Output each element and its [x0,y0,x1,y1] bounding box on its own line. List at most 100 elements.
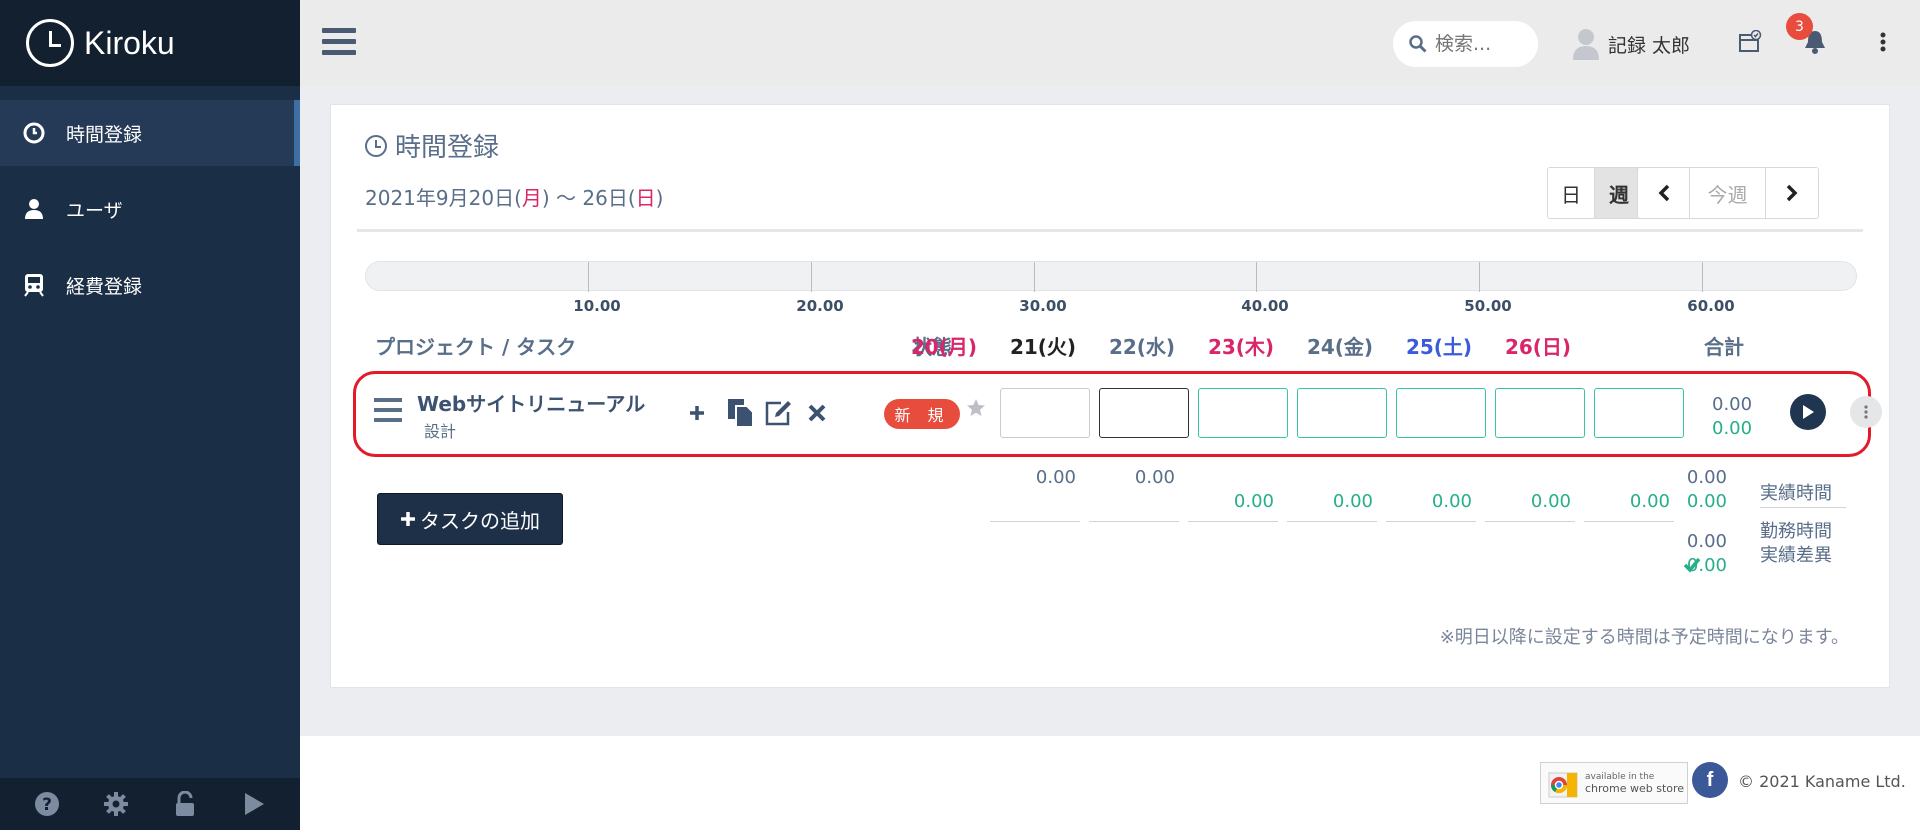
sidebar-item-label: 時間登録 [66,123,143,146]
user-icon [22,197,46,221]
chrome-web-store-badge[interactable]: available in the chrome web store [1540,762,1688,804]
cws-small-text: available in the [1585,772,1655,782]
label-work-time: 勤務時間 [1760,521,1832,542]
divider [1287,521,1377,522]
day-work: 0.00 [1431,491,1472,512]
gauge-label: 20.00 [796,297,844,315]
play-icon[interactable] [240,790,268,818]
col-day-header: 21(火) [1009,335,1077,359]
time-input-sat[interactable] [1495,388,1585,438]
total-work: 0.00 [1686,491,1727,512]
sidebar: Kiroku 時間登録 ユーザ 経費登録 ? [0,0,300,830]
chevron-right-icon [1786,184,1798,202]
divider [1386,521,1476,522]
calendar-check-icon[interactable] [1738,29,1762,58]
facebook-icon[interactable]: f [1692,762,1728,798]
gauge-tick [1702,262,1703,292]
clock-icon [22,121,46,145]
clock-logo-icon [26,19,74,67]
time-input-tue[interactable] [1099,388,1189,438]
col-project-header: プロジェクト / タスク [375,335,577,359]
view-toggle: 日 週 [1547,167,1644,219]
divider [990,521,1080,522]
sidebar-item-user[interactable]: ユーザ [0,176,300,242]
day-work: 0.00 [1233,491,1274,512]
divider [1485,521,1575,522]
sidebar-item-time[interactable]: 時間登録 [0,100,300,166]
add-subtask-icon[interactable] [682,396,712,430]
unlock-icon[interactable] [171,790,199,818]
footer: available in the chrome web store f © 202… [300,736,1920,830]
gauge-tick [1479,262,1480,292]
date-sun: 日 [635,186,656,210]
time-input-thu[interactable] [1297,388,1387,438]
gauge-label: 40.00 [1241,297,1289,315]
chevron-left-icon [1658,184,1669,202]
gauge-tick [1256,262,1257,292]
topbar: 記録 太郎 3 [300,0,1920,86]
view-day-button[interactable]: 日 [1548,168,1595,218]
page-title: 時間登録 [365,127,499,164]
svg-text:?: ? [42,795,52,815]
label-actual-time: 実績時間 [1760,483,1832,504]
copy-icon[interactable] [726,396,756,430]
brand[interactable]: Kiroku [0,0,300,86]
divider [1760,507,1846,508]
view-week-button[interactable]: 週 [1595,168,1643,218]
star-icon[interactable] [966,398,986,422]
notification-badge: 3 [1786,13,1813,40]
divider [1089,521,1179,522]
help-icon[interactable]: ? [33,790,61,818]
more-vertical-icon [1864,405,1868,419]
play-icon [1803,405,1814,419]
sidebar-item-label: 経費登録 [66,275,143,298]
clock-icon [365,134,387,157]
col-day-header: 24(金) [1306,335,1374,359]
this-week-button[interactable]: 今週 [1690,168,1766,218]
date-mon: 月 [521,186,542,210]
delete-icon[interactable] [802,396,832,430]
next-week-button[interactable] [1766,168,1818,218]
row-more-button[interactable] [1850,396,1882,428]
sidebar-item-expense[interactable]: 経費登録 [0,252,300,318]
add-task-button[interactable]: タスクの追加 [377,493,563,545]
time-input-sun[interactable] [1594,388,1684,438]
sidebar-item-label: ユーザ [66,199,123,222]
check-icon [1683,557,1701,577]
edit-icon[interactable] [764,396,794,430]
user-name: 記録 太郎 [1608,34,1691,57]
date-suffix: ) [655,186,664,210]
date-prefix: 2021年9月20日( [365,186,522,210]
user-menu[interactable]: 記録 太郎 [1572,28,1690,60]
time-input-wed[interactable] [1198,388,1288,438]
time-input-fri[interactable] [1396,388,1486,438]
gauge-label: 10.00 [573,297,621,315]
search-icon [1409,35,1427,53]
col-day-header: 26(日) [1504,335,1572,359]
cws-big-text: chrome web store [1585,782,1685,795]
chrome-store-icon [1548,772,1578,798]
time-input-mon[interactable] [1000,388,1090,438]
drag-handle-icon[interactable] [374,398,402,428]
app-name: Kiroku [84,24,175,61]
day-work: 0.00 [1332,491,1373,512]
search-box[interactable] [1393,21,1538,67]
sidebar-footer: ? [0,778,300,830]
week-nav: 今週 [1637,167,1819,219]
gauge-tick [811,262,812,292]
add-task-label: タスクの追加 [420,508,540,533]
train-icon [22,273,46,297]
search-input[interactable] [1435,33,1535,55]
menu-toggle-icon[interactable] [322,28,356,56]
col-total-header: 合計 [1704,335,1744,359]
gauge-label: 30.00 [1019,297,1067,315]
gear-icon[interactable] [102,790,130,818]
more-vertical-icon[interactable] [1880,32,1886,56]
task-row: Webサイトリニューアル 設計 新 規 0.00 0.00 [353,371,1882,457]
total-actual: 0.00 [1686,467,1727,488]
total-diff-actual: 0.00 [1686,531,1727,552]
prev-week-button[interactable] [1638,168,1690,218]
avatar [1573,29,1599,60]
divider [1188,521,1278,522]
start-timer-button[interactable] [1790,394,1826,430]
